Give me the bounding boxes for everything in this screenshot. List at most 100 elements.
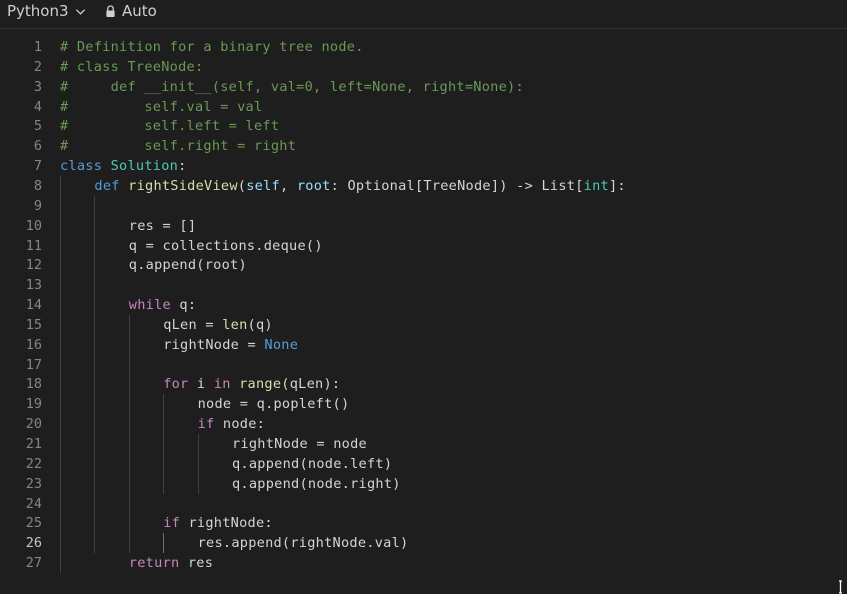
- line-number: 22: [25, 455, 42, 472]
- line-number: 15: [25, 316, 42, 333]
- code-token: # Definition for a binary tree node.: [60, 39, 364, 55]
- code-line[interactable]: 10 res = []: [0, 216, 847, 236]
- chevron-down-icon: [75, 8, 85, 15]
- code-token: (: [237, 177, 247, 194]
- code-line[interactable]: 23 q.append(node.right): [0, 474, 847, 494]
- line-number: 24: [25, 495, 42, 512]
- code-line[interactable]: 19 node = q.popleft(): [0, 394, 847, 414]
- code-line[interactable]: 3 # def __init__(self, val=0, left=None, …: [0, 77, 847, 97]
- code-token: i: [188, 376, 214, 393]
- code-token: int: [583, 177, 609, 194]
- code-line[interactable]: 13: [0, 275, 847, 295]
- code-line[interactable]: 26 res.append(rightNode.val): [0, 533, 847, 553]
- code-line[interactable]: 4 # self.val = val: [0, 97, 847, 117]
- line-number: 20: [25, 416, 42, 433]
- indent-guide: [128, 314, 130, 554]
- code-text: # self.val = val: [60, 97, 262, 117]
- code-editor[interactable]: 1 # Definition for a binary tree node. 2 # …: [0, 37, 847, 587]
- code-text: def rightSideView(self, root: Optional[T…: [94, 176, 625, 196]
- code-token: res: [179, 555, 214, 572]
- line-number: 8: [33, 177, 42, 194]
- code-token: q = collections.deque(): [128, 237, 323, 254]
- line-number: 1: [33, 39, 42, 55]
- code-token: range: [239, 376, 282, 393]
- code-token: # self.left = left: [60, 118, 280, 135]
- code-token: rightNode = node: [232, 436, 367, 452]
- code-token: q.append(node.left): [232, 455, 393, 472]
- code-text: if rightNode:: [163, 513, 273, 533]
- code-text: rightNode = node: [232, 434, 367, 454]
- code-text: qLen = len(q): [163, 315, 273, 335]
- code-text: for i in range(qLen):: [163, 374, 340, 394]
- line-number: 9: [33, 197, 42, 214]
- code-line[interactable]: 7 class Solution:: [0, 156, 847, 176]
- code-line[interactable]: 9: [0, 196, 847, 216]
- code-text: return res: [129, 553, 213, 573]
- line-number: 21: [25, 436, 42, 452]
- code-line[interactable]: 5 # self.left = left: [0, 116, 847, 136]
- code-text: res = []: [129, 216, 196, 236]
- code-line[interactable]: 6 # self.right = right: [0, 136, 847, 156]
- code-line[interactable]: 2 # class TreeNode:: [0, 57, 847, 77]
- code-line[interactable]: 22 q.append(node.left): [0, 454, 847, 474]
- code-token: qLen =: [163, 316, 223, 333]
- code-line[interactable]: 17: [0, 355, 847, 375]
- code-token: q.append(node.right): [232, 475, 401, 492]
- line-number: 4: [33, 98, 42, 115]
- editor-toolbar: Python3 Auto: [0, 0, 847, 29]
- line-number: 7: [33, 158, 42, 175]
- line-number: 5: [33, 118, 42, 135]
- code-token: def: [94, 177, 129, 194]
- code-line[interactable]: 16 rightNode = None: [0, 335, 847, 355]
- code-text: if node:: [198, 414, 265, 434]
- code-line[interactable]: 15 qLen = len(q): [0, 315, 847, 335]
- language-selector[interactable]: Python3: [7, 2, 86, 20]
- code-token: # def __init__(self, val=0, left=None, r…: [60, 78, 524, 95]
- code-text: q.append(node.right): [232, 474, 401, 494]
- code-line[interactable]: 27 return res: [0, 553, 847, 573]
- code-text: q.append(node.left): [232, 454, 392, 474]
- code-line[interactable]: 14 while q:: [0, 295, 847, 315]
- line-number: 25: [25, 515, 42, 532]
- code-line[interactable]: 12 q.append(root): [0, 255, 847, 275]
- code-line[interactable]: 1 # Definition for a binary tree node.: [0, 37, 847, 57]
- code-line[interactable]: 24: [0, 494, 847, 514]
- code-line[interactable]: 8 def rightSideView(self, root: Optional[…: [0, 176, 847, 196]
- code-token: rightNode:: [180, 515, 273, 532]
- code-token: (q): [247, 316, 273, 333]
- language-label: Python3: [7, 2, 69, 20]
- line-number: 23: [25, 475, 42, 492]
- code-text: class Solution:: [60, 156, 187, 176]
- code-token: node = q.popleft(): [197, 396, 350, 413]
- code-text: q.append(root): [129, 255, 247, 275]
- line-number: 11: [25, 237, 42, 254]
- code-token: ]:: [608, 177, 626, 194]
- code-token: class: [60, 158, 111, 175]
- code-line[interactable]: 25 if rightNode:: [0, 513, 847, 533]
- line-number: 2: [33, 58, 42, 75]
- code-token: if: [163, 515, 181, 532]
- code-text: # Definition for a binary tree node.: [60, 37, 364, 57]
- code-line[interactable]: 18 for i in range(qLen):: [0, 374, 847, 394]
- indent-guide: [94, 195, 96, 554]
- code-token: : Optional[TreeNode]) -> List[: [330, 177, 584, 194]
- auto-mode-indicator[interactable]: Auto: [105, 2, 157, 20]
- code-token: res = []: [128, 217, 197, 234]
- indent-guide: [197, 434, 199, 494]
- code-line[interactable]: 20 if node:: [0, 414, 847, 434]
- code-token: len: [222, 316, 248, 333]
- line-number: 13: [25, 277, 42, 294]
- code-token: res.append(rightNode.val): [197, 535, 409, 552]
- line-number: 17: [25, 356, 42, 373]
- line-number: 27: [25, 555, 42, 572]
- code-text: # class TreeNode:: [60, 57, 203, 77]
- code-token: in: [213, 376, 231, 393]
- line-number: 12: [25, 257, 42, 274]
- code-line[interactable]: 11 q = collections.deque(): [0, 236, 847, 256]
- code-text: # self.right = right: [60, 136, 296, 156]
- code-token: self: [246, 177, 280, 194]
- code-line[interactable]: 21 rightNode = node: [0, 434, 847, 454]
- line-number: 18: [25, 376, 42, 393]
- code-token: # class TreeNode:: [60, 58, 204, 75]
- code-token: q:: [170, 297, 197, 314]
